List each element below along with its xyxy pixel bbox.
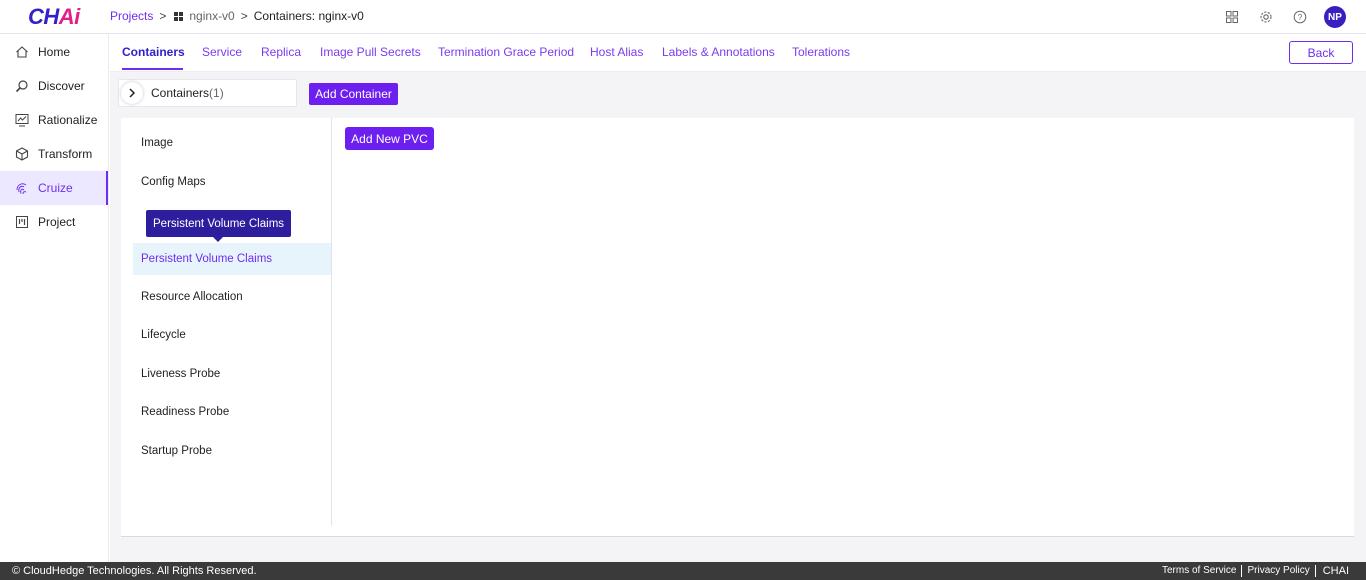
tab-labels-annotations[interactable]: Labels & Annotations <box>662 45 775 59</box>
back-button[interactable]: Back <box>1289 41 1353 64</box>
cube-icon <box>14 146 30 162</box>
sidebar-item-transform[interactable]: Transform <box>0 137 108 171</box>
footer-brand: CHAI <box>1314 565 1354 577</box>
panel-divider <box>121 536 1354 537</box>
containers-label: Containers <box>151 86 210 100</box>
active-tab-indicator <box>122 68 183 70</box>
footer: © CloudHedge Technologies. All Rights Re… <box>0 562 1366 580</box>
chai-logo[interactable]: CHAi <box>28 4 80 30</box>
menu-item-readiness-probe[interactable]: Readiness Probe <box>133 396 331 428</box>
fingerprint-icon <box>14 180 30 196</box>
menu-item-image[interactable]: Image <box>133 127 331 159</box>
breadcrumb-separator: > <box>159 9 167 23</box>
top-bar: CHAi Projects > nginx-v0 > Containers: n… <box>0 0 1366 34</box>
menu-item-persistent-volume-claims[interactable]: Persistent Volume Claims <box>133 243 331 275</box>
search-icon <box>14 78 30 94</box>
tooltip: Persistent Volume Claims <box>146 210 292 242</box>
config-menu: Image Config Maps Persistent Volume Clai… <box>133 118 332 526</box>
tab-containers[interactable]: Containers <box>122 45 185 59</box>
container-config-panel: Image Config Maps Persistent Volume Clai… <box>121 118 1354 536</box>
menu-item-startup-probe[interactable]: Startup Probe <box>133 435 331 467</box>
chart-icon <box>14 112 30 128</box>
menu-item-liveness-probe[interactable]: Liveness Probe <box>133 358 331 390</box>
tab-service[interactable]: Service <box>202 45 242 59</box>
breadcrumb-projects-link[interactable]: Projects <box>110 9 153 23</box>
sidebar-item-label: Project <box>38 215 76 229</box>
terms-of-service-link[interactable]: Terms of Service <box>1157 565 1241 577</box>
breadcrumb-current: Containers: nginx-v0 <box>253 9 364 23</box>
tab-host-alias[interactable]: Host Alias <box>590 45 643 59</box>
menu-item-lifecycle[interactable]: Lifecycle <box>133 319 331 351</box>
breadcrumb: Projects > nginx-v0 > Containers: nginx-… <box>110 9 364 23</box>
chevron-right-icon[interactable] <box>121 82 143 104</box>
sidebar-item-label: Cruize <box>38 181 73 195</box>
sidebar-item-cruize[interactable]: Cruize <box>0 171 108 205</box>
grid-icon <box>174 11 184 21</box>
svg-text:?: ? <box>1298 13 1303 22</box>
containers-selector[interactable]: Containers (1) <box>118 79 297 107</box>
tab-termination-grace-period[interactable]: Termination Grace Period <box>438 45 574 59</box>
privacy-policy-link[interactable]: Privacy Policy <box>1241 565 1314 577</box>
sidebar-item-discover[interactable]: Discover <box>0 69 108 103</box>
tab-image-pull-secrets[interactable]: Image Pull Secrets <box>320 45 421 59</box>
footer-copyright: © CloudHedge Technologies. All Rights Re… <box>12 565 257 577</box>
sidebar-item-home[interactable]: Home <box>0 35 108 69</box>
board-icon <box>14 214 30 230</box>
breadcrumb-separator: > <box>240 9 248 23</box>
tab-tolerations[interactable]: Tolerations <box>792 45 850 59</box>
sidebar-item-label: Discover <box>38 79 85 93</box>
sidebar-item-project[interactable]: Project <box>0 205 108 239</box>
breadcrumb-project-link[interactable]: nginx-v0 <box>189 9 234 23</box>
sidebar-item-label: Transform <box>38 147 93 161</box>
containers-count: (1) <box>209 86 224 100</box>
apps-grid-icon[interactable] <box>1222 7 1242 27</box>
main-content: Containers Service Replica Image Pull Se… <box>110 34 1366 562</box>
sidebar-item-label: Rationalize <box>38 113 98 127</box>
tab-replica[interactable]: Replica <box>261 45 301 59</box>
user-avatar[interactable]: NP <box>1324 6 1346 28</box>
tab-bar: Containers Service Replica Image Pull Se… <box>110 34 1366 72</box>
help-icon[interactable]: ? <box>1290 7 1310 27</box>
footer-links: Terms of Service Privacy Policy CHAI <box>1157 562 1354 580</box>
menu-item-config-maps[interactable]: Config Maps <box>133 166 331 198</box>
menu-item-resource-allocation[interactable]: Resource Allocation <box>133 281 331 313</box>
sidebar-item-rationalize[interactable]: Rationalize <box>0 103 108 137</box>
sidebar: Home Discover Rationalize Transform Crui… <box>0 34 109 562</box>
add-container-button[interactable]: Add Container <box>309 83 398 105</box>
home-icon <box>14 44 30 60</box>
gear-icon[interactable] <box>1256 7 1276 27</box>
sidebar-item-label: Home <box>38 45 71 59</box>
add-new-pvc-button[interactable]: Add New PVC <box>345 127 434 150</box>
top-icons: ? NP <box>1222 6 1346 28</box>
